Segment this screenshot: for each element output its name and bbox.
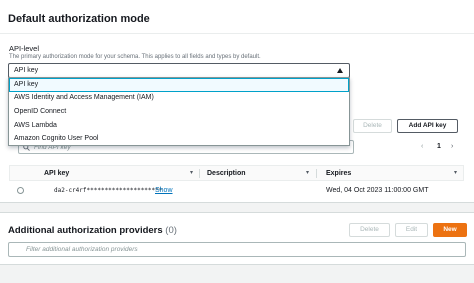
providers-count: (0) bbox=[165, 225, 177, 236]
edit-provider-button[interactable]: Edit bbox=[395, 223, 428, 237]
select-value: API key bbox=[14, 67, 39, 74]
default-authorization-panel: Default authorization mode API-level The… bbox=[0, 0, 474, 203]
api-keys-table-header: API key ▾ Description ▾ Expires ▾ bbox=[9, 165, 464, 181]
additional-providers-panel: Additional authorization providers (0) D… bbox=[0, 212, 474, 265]
authorization-mode-dropdown: API key AWS Identity and Access Manageme… bbox=[8, 77, 350, 146]
next-page-icon[interactable]: › bbox=[451, 141, 453, 153]
column-header-api-key[interactable]: API key bbox=[44, 169, 69, 178]
new-provider-button[interactable]: New bbox=[433, 223, 467, 237]
previous-page-icon[interactable]: ‹ bbox=[421, 141, 423, 153]
filter-placeholder: Filter additional authorization provider… bbox=[26, 246, 138, 253]
filter-providers-input[interactable]: Filter additional authorization provider… bbox=[8, 242, 466, 257]
additional-providers-title-text: Additional authorization providers bbox=[8, 225, 163, 236]
api-level-description: The primary authorization mode for your … bbox=[9, 54, 261, 60]
row-radio-button[interactable] bbox=[17, 187, 24, 194]
panel-header: Default authorization mode bbox=[0, 0, 474, 34]
show-key-link[interactable]: Show bbox=[155, 187, 173, 195]
sort-icon[interactable]: ▾ bbox=[306, 170, 309, 177]
sort-icon[interactable]: ▾ bbox=[454, 170, 457, 177]
option-aws-lambda[interactable]: AWS Lambda bbox=[9, 119, 349, 133]
panel-title: Default authorization mode bbox=[8, 13, 150, 25]
column-header-description[interactable]: Description bbox=[207, 169, 246, 178]
delete-provider-button[interactable]: Delete bbox=[349, 223, 390, 237]
delete-api-key-button[interactable]: Delete bbox=[353, 119, 392, 133]
page-number[interactable]: 1 bbox=[437, 141, 441, 153]
table-row: da2-cr4rf********************* Show Wed,… bbox=[9, 182, 464, 200]
additional-providers-title: Additional authorization providers (0) bbox=[8, 225, 177, 237]
api-level-label: API-level bbox=[9, 44, 40, 53]
option-cognito-user-pool[interactable]: Amazon Cognito User Pool bbox=[9, 132, 349, 146]
column-divider bbox=[316, 169, 317, 178]
option-api-key[interactable]: API key bbox=[9, 78, 349, 92]
expires-value: Wed, 04 Oct 2023 11:00:00 GMT bbox=[326, 187, 429, 194]
add-api-key-button[interactable]: Add API key bbox=[397, 119, 458, 133]
column-divider bbox=[199, 169, 200, 178]
api-key-value: da2-cr4rf********************* bbox=[54, 187, 163, 194]
authorization-mode-select[interactable]: API key bbox=[8, 63, 350, 78]
caret-up-icon bbox=[337, 68, 343, 73]
column-header-expires[interactable]: Expires bbox=[326, 169, 351, 178]
option-iam[interactable]: AWS Identity and Access Management (IAM) bbox=[9, 91, 349, 105]
option-openid-connect[interactable]: OpenID Connect bbox=[9, 105, 349, 119]
sort-icon[interactable]: ▾ bbox=[190, 170, 193, 177]
